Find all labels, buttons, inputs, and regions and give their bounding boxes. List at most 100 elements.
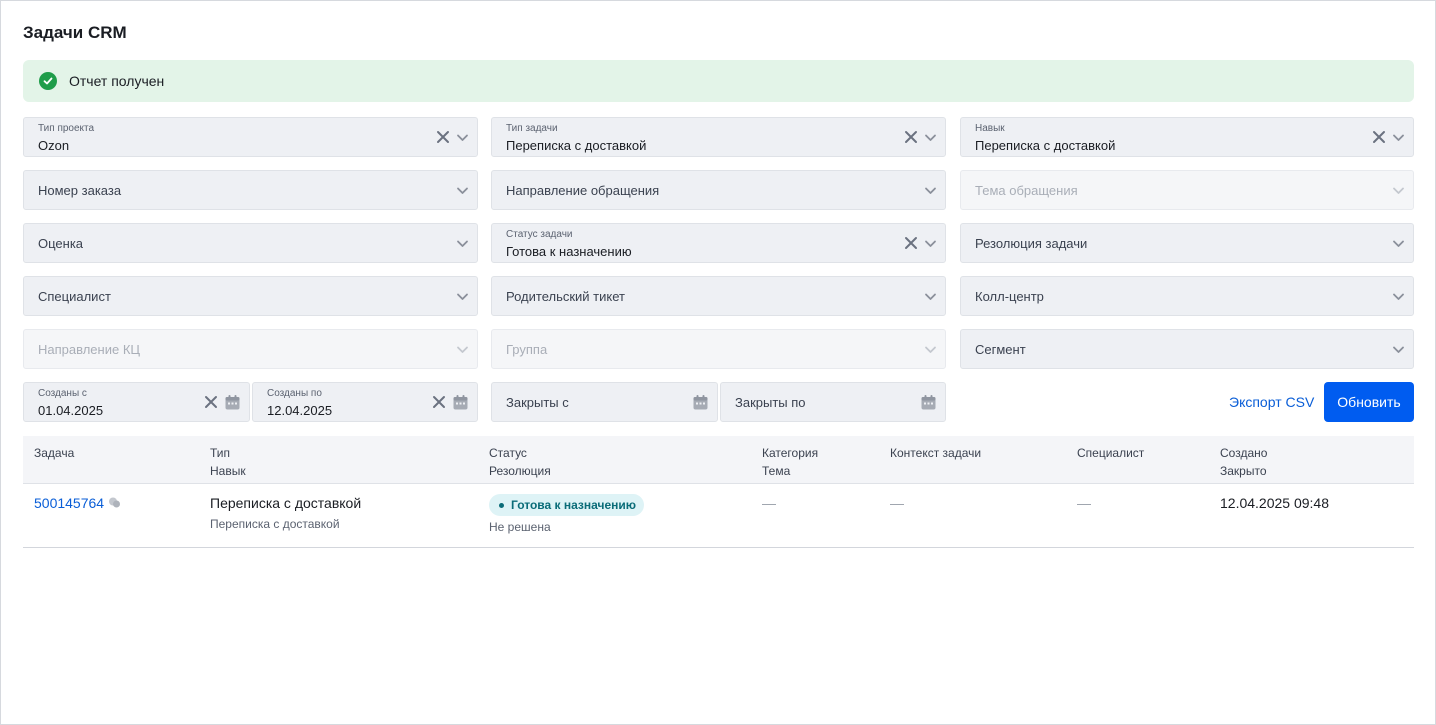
field-label: Статус задачи: [506, 229, 573, 240]
chevron-down-icon[interactable]: [924, 184, 937, 197]
field-placeholder: Сегмент: [975, 342, 1026, 357]
field-placeholder: Номер заказа: [38, 183, 122, 198]
header-sublabel: Закрыто: [1220, 464, 1267, 478]
column-header-task[interactable]: Задача: [34, 444, 74, 462]
segment-select[interactable]: Сегмент: [960, 329, 1414, 369]
field-placeholder: Специалист: [38, 289, 111, 304]
type-cell: Переписка с доставкой Переписка с достав…: [210, 495, 361, 531]
category-cell: —: [762, 495, 776, 511]
resolution-text: Не решена: [489, 520, 551, 534]
column-header-category[interactable]: Категория Тема: [762, 444, 818, 480]
field-value: Переписка с доставкой: [506, 138, 647, 153]
column-header-context[interactable]: Контекст задачи: [890, 444, 981, 462]
clear-icon[interactable]: [432, 395, 446, 409]
field-value: Переписка с доставкой: [975, 138, 1116, 153]
skill-select[interactable]: Навык Переписка с доставкой: [960, 117, 1414, 157]
task-id-cell: 500145764: [34, 495, 121, 512]
chevron-down-icon[interactable]: [456, 290, 469, 303]
field-placeholder: Закрыты с: [506, 395, 569, 410]
field-placeholder: Тема обращения: [975, 183, 1078, 198]
task-status-select[interactable]: Статус задачи Готова к назначению: [491, 223, 946, 263]
field-value: Готова к назначению: [506, 244, 632, 259]
chevron-down-icon[interactable]: [1392, 343, 1405, 356]
clear-icon[interactable]: [904, 236, 918, 250]
task-resolution-select[interactable]: Резолюция задачи: [960, 223, 1414, 263]
calendar-icon[interactable]: [692, 394, 709, 411]
header-label: Контекст задачи: [890, 446, 982, 460]
clear-icon[interactable]: [1372, 130, 1386, 144]
field-placeholder: Закрыты по: [735, 395, 806, 410]
task-type-select[interactable]: Тип задачи Переписка с доставкой: [491, 117, 946, 157]
status-dot-icon: [499, 502, 504, 508]
specialist-cell: —: [1077, 495, 1091, 511]
export-csv-button[interactable]: Экспорт CSV: [1229, 394, 1314, 410]
header-sublabel: Навык: [210, 464, 246, 478]
chevron-down-icon[interactable]: [456, 237, 469, 250]
field-label: Созданы с: [38, 388, 87, 399]
task-type-text: Переписка с доставкой: [210, 495, 362, 511]
created-from-date[interactable]: Созданы с 01.04.2025: [23, 382, 250, 422]
field-label: Созданы по: [267, 388, 322, 399]
field-label: Тип задачи: [506, 123, 558, 134]
column-header-created[interactable]: Создано Закрыто: [1220, 444, 1267, 480]
chevron-down-icon[interactable]: [456, 184, 469, 197]
order-number-select[interactable]: Номер заказа: [23, 170, 478, 210]
header-label: Специалист: [1077, 446, 1145, 460]
header-label: Тип: [210, 446, 231, 460]
check-circle-icon: [39, 72, 57, 90]
calendar-icon[interactable]: [224, 394, 241, 411]
field-placeholder: Оценка: [38, 236, 84, 251]
column-header-type[interactable]: Тип Навык: [210, 444, 246, 480]
chevron-down-icon[interactable]: [456, 131, 469, 144]
field-placeholder: Колл-центр: [975, 289, 1044, 304]
calendar-icon[interactable]: [452, 394, 469, 411]
header-label: Создано: [1220, 446, 1268, 460]
clear-icon[interactable]: [204, 395, 218, 409]
request-direction-select[interactable]: Направление обращения: [491, 170, 946, 210]
app-window: Задачи CRM Отчет получен Тип проекта Ozo…: [0, 0, 1436, 725]
page-title: Задачи CRM: [23, 23, 127, 42]
chevron-down-icon[interactable]: [924, 237, 937, 250]
parent-ticket-select[interactable]: Родительский тикет: [491, 276, 946, 316]
chevron-down-icon[interactable]: [1392, 290, 1405, 303]
chevron-down-icon[interactable]: [1392, 131, 1405, 144]
closed-to-date[interactable]: Закрыты по: [720, 382, 946, 422]
field-placeholder: Группа: [506, 342, 548, 357]
field-label: Тип проекта: [38, 123, 95, 134]
created-to-date[interactable]: Созданы по 12.04.2025: [252, 382, 478, 422]
field-placeholder: Направление КЦ: [38, 342, 141, 357]
chevron-down-icon[interactable]: [1392, 237, 1405, 250]
column-header-specialist[interactable]: Специалист: [1077, 444, 1144, 462]
chevron-down-icon[interactable]: [924, 131, 937, 144]
group-select: Группа: [491, 329, 946, 369]
chevron-down-icon: [924, 343, 937, 356]
field-placeholder: Резолюция задачи: [975, 236, 1088, 251]
task-id-link[interactable]: 500145764: [34, 495, 104, 511]
refresh-button[interactable]: Обновить: [1324, 382, 1414, 422]
specialist-select[interactable]: Специалист: [23, 276, 478, 316]
header-label: Задача: [34, 446, 75, 460]
clear-icon[interactable]: [436, 130, 450, 144]
status-badge: Готова к назначению: [489, 494, 645, 516]
chevron-down-icon[interactable]: [924, 290, 937, 303]
rating-select[interactable]: Оценка: [23, 223, 478, 263]
clear-icon[interactable]: [904, 130, 918, 144]
chat-icon: [108, 496, 121, 512]
cc-direction-select: Направление КЦ: [23, 329, 478, 369]
skill-text: Переписка с доставкой: [210, 517, 340, 531]
tasks-table: Задача Тип Навык Статус Резолюция Катего…: [23, 436, 1414, 548]
table-row[interactable]: 500145764 Переписка с доставкой Переписк…: [23, 484, 1414, 548]
field-value: Ozon: [38, 138, 70, 153]
status-cell: Готова к назначению Не решена: [489, 494, 645, 534]
context-cell: —: [890, 495, 904, 511]
chevron-down-icon: [1392, 184, 1405, 197]
closed-from-date[interactable]: Закрыты с: [491, 382, 718, 422]
project-type-select[interactable]: Тип проекта Ozon: [23, 117, 478, 157]
header-label: Категория: [762, 446, 819, 460]
call-center-select[interactable]: Колл-центр: [960, 276, 1414, 316]
calendar-icon[interactable]: [920, 394, 937, 411]
header-sublabel: Тема: [762, 464, 791, 478]
column-header-status[interactable]: Статус Резолюция: [489, 444, 551, 480]
field-value: 12.04.2025: [267, 403, 333, 418]
success-alert: Отчет получен: [23, 60, 1414, 102]
